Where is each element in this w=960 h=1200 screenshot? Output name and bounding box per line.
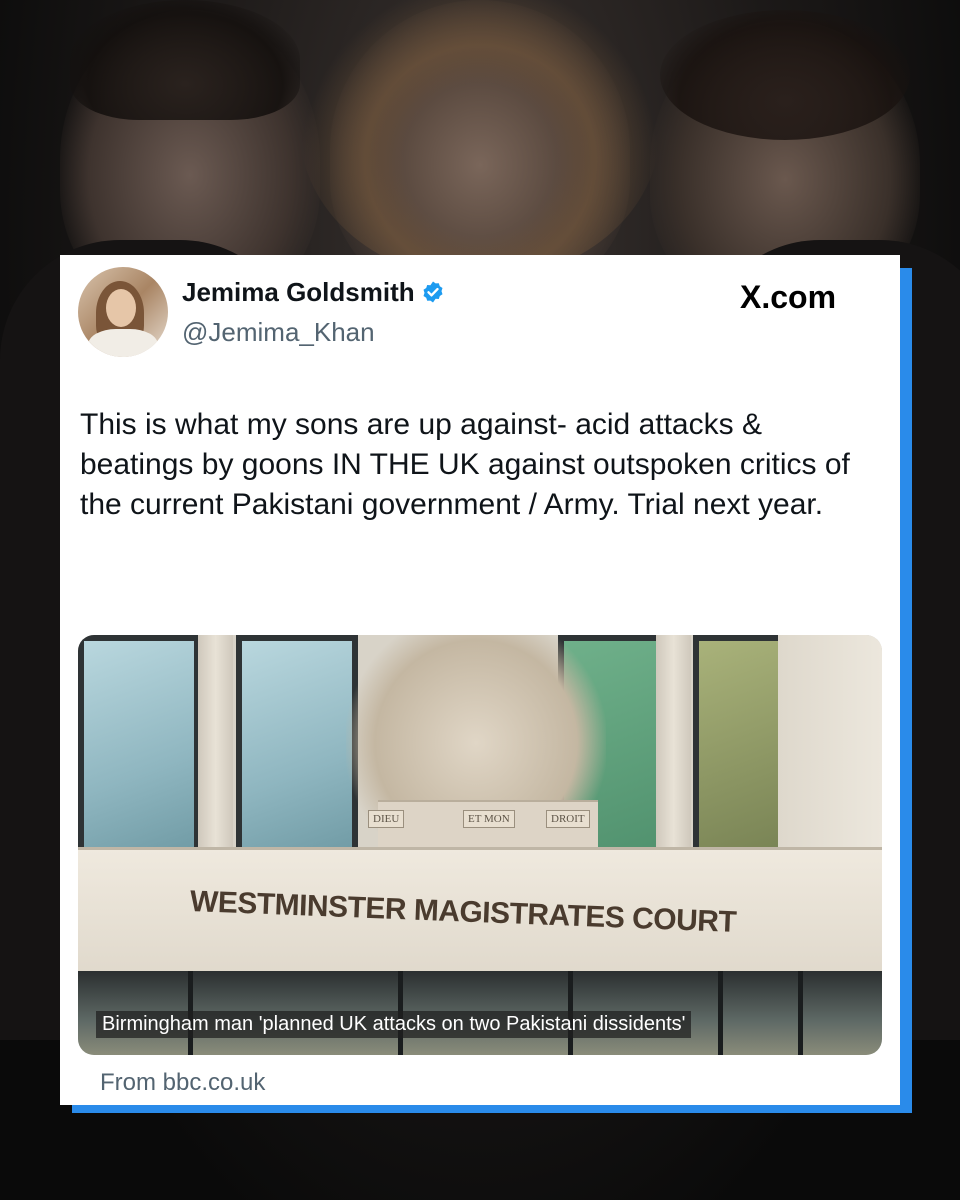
link-source[interactable]: From bbc.co.uk: [100, 1069, 265, 1097]
verified-badge-icon: [423, 281, 443, 303]
x-logo: X.com: [740, 279, 837, 315]
image-caption: Birmingham man 'planned UK attacks on tw…: [96, 1011, 692, 1038]
author-handle[interactable]: @Jemima_Khan: [182, 317, 375, 348]
post-text: This is what my sons are up against- aci…: [80, 408, 850, 521]
author-name-row[interactable]: Jemima Goldsmith: [182, 277, 445, 308]
motto-right: DROIT: [546, 810, 590, 828]
motto-left: DIEU: [368, 810, 405, 828]
link-preview-image[interactable]: DIEU ET MON DROIT 2011 WESTMINSTER MAGIS…: [78, 635, 882, 1055]
avatar[interactable]: [78, 267, 168, 357]
post-card: Jemima Goldsmith @Jemima_Khan X.com This…: [60, 255, 900, 1105]
motto-center: ET MON: [463, 810, 515, 828]
author-name[interactable]: Jemima Goldsmith: [182, 277, 415, 307]
